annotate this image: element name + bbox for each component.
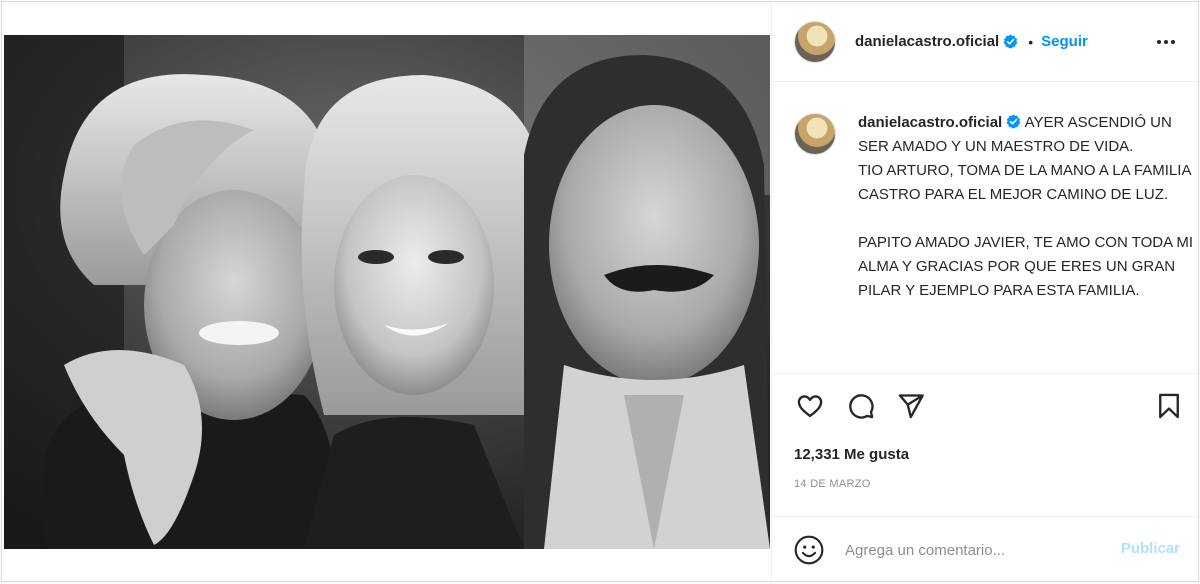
likes-count[interactable]: 12,331 Me gusta [794,446,909,463]
post-header: danielacastro.oficial • Seguir [773,2,1200,82]
bookmark-icon [1159,393,1179,419]
caption-username[interactable]: danielacastro.oficial [858,114,1002,131]
heart-icon [797,395,823,418]
post-photo[interactable] [4,35,770,549]
post-media [2,2,772,581]
comment-button[interactable] [845,390,877,422]
verified-badge-icon [1006,114,1021,129]
like-button[interactable] [794,390,826,422]
caption-text: danielacastro.oficial AYER ASCENDIÓ UN S… [858,111,1198,303]
follow-button[interactable]: Seguir [1041,33,1088,50]
publish-button[interactable]: Publicar [1121,540,1180,557]
instagram-post: danielacastro.oficial • Seguir danielaca… [1,1,1200,582]
share-button[interactable] [895,390,927,422]
username-link[interactable]: danielacastro.oficial [855,33,999,50]
paper-plane-icon [898,394,924,419]
post-date[interactable]: 14 DE MARZO [794,478,871,490]
save-button[interactable] [1153,390,1185,422]
post-sidebar: danielacastro.oficial • Seguir danielaca… [773,2,1200,581]
caption-body: AYER ASCENDIÓ UN SER AMADO Y UN MAESTRO … [858,114,1194,299]
comment-icon [849,394,874,419]
comment-input[interactable] [845,537,1105,563]
actions-section: 12,331 Me gusta 14 DE MARZO Publicar [773,373,1200,581]
avatar[interactable] [794,20,836,63]
verified-badge-icon [1003,34,1018,49]
caption-section: danielacastro.oficial AYER ASCENDIÓ UN S… [773,83,1200,373]
emoji-button[interactable] [793,534,825,566]
caption-avatar[interactable] [794,113,836,155]
emoji-icon [794,535,824,565]
comment-bar: Publicar [773,516,1200,582]
separator-dot: • [1028,33,1034,50]
more-options-icon[interactable] [1154,30,1178,54]
photo-grayscale-image [4,35,770,549]
